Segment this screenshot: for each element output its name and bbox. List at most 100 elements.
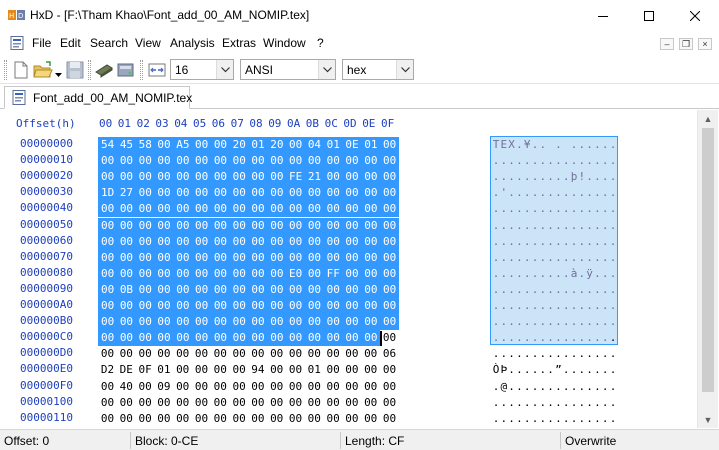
text-char-cell[interactable]: . [601,346,609,362]
text-char-cell[interactable]: . [586,185,594,201]
text-char-cell[interactable]: @ [500,379,508,395]
text-char-cell[interactable]: . [593,282,601,298]
hex-byte-cell[interactable]: 00 [380,265,400,282]
hex-byte-cell[interactable]: 00 [229,298,249,314]
hex-byte-cell[interactable]: 00 [211,346,230,362]
hex-byte-cell[interactable]: 00 [305,411,324,427]
text-char-cell[interactable]: . [601,282,609,298]
text-char-cell[interactable]: . [570,330,578,346]
hex-byte-cell[interactable]: 00 [173,169,193,186]
hex-byte-cell[interactable]: 00 [305,379,324,395]
text-char-cell[interactable]: . [500,201,508,217]
hex-byte-cell[interactable]: 00 [136,346,155,362]
text-char-cell[interactable]: . [547,395,555,411]
text-char-cell[interactable]: . [523,346,531,362]
hex-byte-cell[interactable]: 01 [248,137,268,153]
text-char-cell[interactable]: . [586,395,594,411]
text-char-cell[interactable]: . [500,218,508,234]
text-char-cell[interactable]: . [547,282,555,298]
text-char-cell[interactable]: ' [500,185,508,201]
text-char-cell[interactable]: . [601,379,609,395]
text-char-cell[interactable]: . [593,379,601,395]
text-char-cell[interactable]: . [586,298,594,314]
mdi-close-button[interactable]: × [698,38,712,50]
hex-byte-cell[interactable]: 00 [210,185,231,202]
text-char-cell[interactable]: . [578,153,586,169]
hex-byte-cell[interactable]: 00 [342,298,362,314]
hex-byte-cell[interactable]: 00 [173,185,193,202]
hex-byte-cell[interactable]: 00 [361,379,380,395]
text-char-cell[interactable]: . [601,250,609,266]
text-char-cell[interactable]: . [609,234,617,250]
hex-byte-cell[interactable]: 00 [135,233,155,250]
text-char-cell[interactable]: . [515,395,523,411]
text-char-cell[interactable]: . [554,282,562,298]
menu-extras[interactable]: Extras [222,36,256,50]
hex-byte-cell[interactable]: 00 [361,298,381,314]
text-char-cell[interactable]: . [531,330,539,346]
hex-byte-cell[interactable]: 00 [135,330,155,347]
text-char-cell[interactable]: . [539,153,547,169]
hex-byte-cell[interactable]: 00 [135,185,155,202]
text-char-cell[interactable]: . [586,250,594,266]
hex-byte-cell[interactable]: 00 [98,201,118,218]
text-char-cell[interactable]: . [492,282,500,298]
text-char-cell[interactable]: . [554,395,562,411]
hex-byte-cell[interactable]: 00 [324,379,343,395]
hex-byte-cell[interactable]: 00 [380,411,399,427]
text-char-cell[interactable]: . [515,282,523,298]
hex-byte-cell[interactable]: 1D [98,185,118,202]
hex-byte-cell[interactable]: 00 [323,314,343,331]
hex-byte-cell[interactable]: 00 [229,265,249,282]
text-char-cell[interactable]: . [570,395,578,411]
hex-byte-cell[interactable]: 00 [361,169,381,186]
text-char-cell[interactable]: . [515,153,523,169]
text-char-cell[interactable]: . [570,362,578,378]
text-char-cell[interactable]: . [609,185,617,201]
tab-document[interactable]: Font_add_00_AM_NOMIP.tex [4,86,192,109]
text-char-cell[interactable]: . [554,250,562,266]
text-char-cell[interactable]: . [531,362,539,378]
toolbar-grip[interactable] [140,60,143,80]
text-char-cell[interactable]: . [554,411,562,427]
hex-byte-cell[interactable]: 00 [210,169,231,186]
text-char-cell[interactable]: . [601,298,609,314]
text-char-cell[interactable]: . [547,218,555,234]
hex-byte-cell[interactable]: 00 [248,314,268,331]
text-char-cell[interactable]: . [539,201,547,217]
hex-byte-cell[interactable]: 00 [154,411,173,427]
text-char-cell[interactable]: . [547,185,555,201]
text-char-cell[interactable]: . [586,330,594,346]
text-char-cell[interactable]: . [578,330,586,346]
hex-byte-cell[interactable]: 00 [210,314,231,331]
hex-byte-cell[interactable]: 00 [380,379,399,395]
text-char-cell[interactable]: . [570,250,578,266]
scroll-down-icon[interactable]: ▼ [698,411,718,428]
hex-byte-cell[interactable]: 09 [154,379,173,395]
hex-editor[interactable]: Offset(h) 00 01 02 03 04 05 06 07 08 09 0A 0B 0C 0D 0E… [0,110,697,428]
text-char-cell[interactable]: . [554,298,562,314]
hex-byte-cell[interactable]: 00 [267,346,286,362]
hex-byte-cell[interactable]: 00 [267,169,287,186]
hex-byte-cell[interactable]: 00 [211,395,230,411]
hex-byte-cell[interactable]: 00 [116,314,137,331]
hex-byte-cell[interactable]: FF [323,265,343,282]
text-char-cell[interactable]: . [523,169,531,185]
text-char-cell[interactable]: . [515,250,523,266]
hex-byte-cell[interactable]: 00 [248,281,268,298]
text-char-cell[interactable]: . [609,330,617,346]
text-char-cell[interactable]: . [601,153,609,169]
text-char-cell[interactable]: . [547,314,555,330]
hex-byte-cell[interactable]: 00 [154,314,174,331]
menu-window[interactable]: Window [263,36,306,50]
text-char-cell[interactable]: . [492,314,500,330]
hex-byte-cell[interactable]: 00 [342,411,361,427]
hex-byte-cell[interactable]: 00 [380,185,400,202]
hex-byte-cell[interactable]: 01 [361,137,381,153]
hex-byte-cell[interactable]: 00 [211,379,230,395]
text-char-cell[interactable]: . [586,411,594,427]
text-char-cell[interactable]: . [492,218,500,234]
hex-byte-cell[interactable]: 00 [98,346,117,362]
text-char-cell[interactable]: . [593,346,601,362]
text-char-cell[interactable]: . [570,201,578,217]
